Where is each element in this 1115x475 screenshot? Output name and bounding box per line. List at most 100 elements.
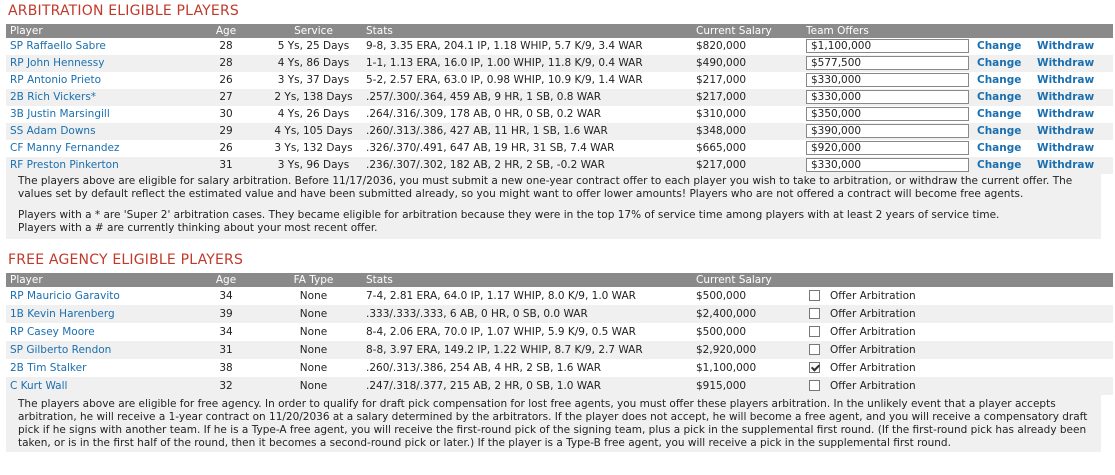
player-salary: $217,000 (696, 74, 747, 86)
withdraw-link[interactable]: Withdraw (1037, 108, 1094, 120)
change-link[interactable]: Change (977, 108, 1021, 120)
withdraw-link[interactable]: Withdraw (1037, 159, 1094, 171)
player-fa-type: None (299, 379, 328, 392)
player-stats: 8-4, 2.06 ERA, 70.0 IP, 1.07 WHIP, 5.9 K… (366, 325, 636, 338)
free-agency-table: Player Age FA Type Stats Current Salary … (6, 273, 1113, 395)
player-stats: .264/.316/.309, 178 AB, 0 HR, 0 SB, 0.2 … (366, 108, 602, 120)
player-link[interactable]: 3B Justin Marsingill (10, 108, 110, 120)
offer-arbitration-label: Offer Arbitration (830, 307, 916, 320)
withdraw-link[interactable]: Withdraw (1037, 125, 1094, 137)
header-salary: Current Salary (696, 24, 806, 38)
player-stats: .257/.300/.364, 459 AB, 9 HR, 1 SB, 0.8 … (366, 91, 602, 103)
player-link[interactable]: RP John Hennessy (10, 57, 104, 69)
table-row: 1B Kevin Harenberg 39 None .333/.333/.333, … (6, 305, 1113, 323)
change-link[interactable]: Change (977, 40, 1021, 52)
player-service: 4 Ys, 86 Days (277, 57, 350, 69)
player-age: 38 (219, 361, 233, 374)
player-salary: $500,000 (696, 325, 747, 338)
change-link[interactable]: Change (977, 142, 1021, 154)
arbitration-title: ARBITRATION ELIGIBLE PLAYERS (8, 3, 239, 19)
player-link[interactable]: RP Mauricio Garavito (10, 290, 120, 302)
player-service: 4 Ys, 26 Days (277, 108, 350, 120)
player-stats: 9-8, 3.35 ERA, 204.1 IP, 1.18 WHIP, 5.7 … (366, 40, 643, 52)
player-age: 26 (219, 74, 233, 86)
team-offer-input[interactable] (806, 90, 969, 104)
player-link[interactable]: RF Preston Pinkerton (10, 159, 119, 171)
offer-arbitration-checkbox[interactable] (809, 380, 820, 391)
team-offer-input[interactable] (806, 56, 969, 70)
header-player: Player (6, 24, 191, 38)
offer-arbitration-checkbox[interactable] (809, 344, 820, 355)
fa-header-salary: Current Salary (696, 273, 806, 287)
change-link[interactable]: Change (977, 159, 1021, 171)
player-link[interactable]: SP Gilberto Rendon (10, 344, 111, 356)
withdraw-link[interactable]: Withdraw (1037, 91, 1094, 103)
team-offer-input[interactable] (806, 141, 969, 155)
player-salary: $348,000 (696, 125, 747, 137)
fa-header-age: Age (191, 273, 261, 287)
player-stats: 5-2, 2.57 ERA, 63.0 IP, 0.98 WHIP, 10.9 … (366, 74, 643, 86)
player-link[interactable]: 2B Tim Stalker (10, 362, 86, 374)
player-age: 31 (219, 343, 233, 356)
player-fa-type: None (299, 343, 328, 356)
table-row: RP Mauricio Garavito 34 None 7-4, 2.81 ERA,… (6, 287, 1113, 305)
player-link[interactable]: RP Antonio Prieto (10, 74, 101, 86)
team-offer-input[interactable] (806, 124, 969, 138)
arbitration-table: Player Age Service Stats Current Salary … (6, 24, 1113, 174)
arbitration-section: ARBITRATION ELIGIBLE PLAYERS Player Age … (0, 0, 1115, 239)
withdraw-link[interactable]: Withdraw (1037, 40, 1094, 52)
fa-header-type: FA Type (261, 273, 366, 287)
player-link[interactable]: C Kurt Wall (10, 380, 67, 392)
player-salary: $820,000 (696, 40, 747, 52)
player-stats: 1-1, 1.13 ERA, 16.0 IP, 1.00 WHIP, 11.8 … (366, 57, 643, 69)
player-service: 4 Ys, 105 Days (274, 125, 353, 137)
table-row: C Kurt Wall 32 None .247/.318/.377, 215 AB,… (6, 377, 1113, 395)
player-stats: .326/.370/.491, 647 AB, 19 HR, 31 SB, 7.… (366, 142, 615, 154)
player-salary: $217,000 (696, 91, 747, 103)
change-link[interactable]: Change (977, 125, 1021, 137)
player-age: 34 (219, 289, 233, 302)
free-agency-header-row: Player Age FA Type Stats Current Salary (6, 273, 1113, 287)
offer-arbitration-checkbox[interactable] (809, 290, 820, 301)
player-age: 28 (219, 40, 233, 52)
player-link[interactable]: CF Manny Fernandez (10, 142, 120, 154)
player-salary: $2,400,000 (696, 307, 757, 320)
player-link[interactable]: 1B Kevin Harenberg (10, 308, 115, 320)
team-offer-input[interactable] (806, 39, 969, 53)
player-fa-type: None (299, 325, 328, 338)
team-offer-input[interactable] (806, 158, 969, 172)
change-link[interactable]: Change (977, 91, 1021, 103)
player-age: 34 (219, 325, 233, 338)
change-link[interactable]: Change (977, 57, 1021, 69)
player-salary: $500,000 (696, 289, 747, 302)
player-link[interactable]: 2B Rich Vickers* (10, 91, 96, 103)
player-age: 32 (219, 379, 233, 392)
change-link[interactable]: Change (977, 74, 1021, 86)
team-offer-input[interactable] (806, 107, 969, 121)
player-salary: $490,000 (696, 57, 747, 69)
offer-arbitration-checkbox[interactable] (809, 326, 820, 337)
fa-header-stats: Stats (366, 273, 696, 287)
withdraw-link[interactable]: Withdraw (1037, 142, 1094, 154)
player-link[interactable]: RP Casey Moore (10, 326, 95, 338)
player-stats: .260/.313/.386, 254 AB, 4 HR, 2 SB, 1.6 … (366, 361, 602, 374)
table-row: 2B Rich Vickers* 27 2 Ys, 138 Days .257/.30… (6, 89, 1113, 106)
player-service: 2 Ys, 138 Days (274, 91, 353, 103)
player-link[interactable]: SS Adam Downs (10, 125, 96, 137)
player-service: 5 Ys, 25 Days (277, 40, 350, 52)
header-stats: Stats (366, 24, 696, 38)
team-offer-input[interactable] (806, 73, 969, 87)
withdraw-link[interactable]: Withdraw (1037, 57, 1094, 69)
offer-arbitration-checkbox[interactable] (809, 362, 820, 373)
player-salary: $1,100,000 (696, 361, 757, 374)
player-service: 3 Ys, 96 Days (277, 159, 350, 171)
player-salary: $665,000 (696, 142, 747, 154)
player-stats: 8-8, 3.97 ERA, 149.2 IP, 1.22 WHIP, 8.7 … (366, 343, 643, 356)
fa-header-player: Player (6, 273, 191, 287)
offer-arbitration-checkbox[interactable] (809, 308, 820, 319)
player-service: 3 Ys, 132 Days (274, 142, 353, 154)
player-link[interactable]: SP Raffaello Sabre (10, 40, 106, 52)
header-team-offers: Team Offers (806, 24, 973, 38)
arbitration-table-body: Player Age Service Stats Current Salary … (6, 24, 1113, 174)
withdraw-link[interactable]: Withdraw (1037, 74, 1094, 86)
